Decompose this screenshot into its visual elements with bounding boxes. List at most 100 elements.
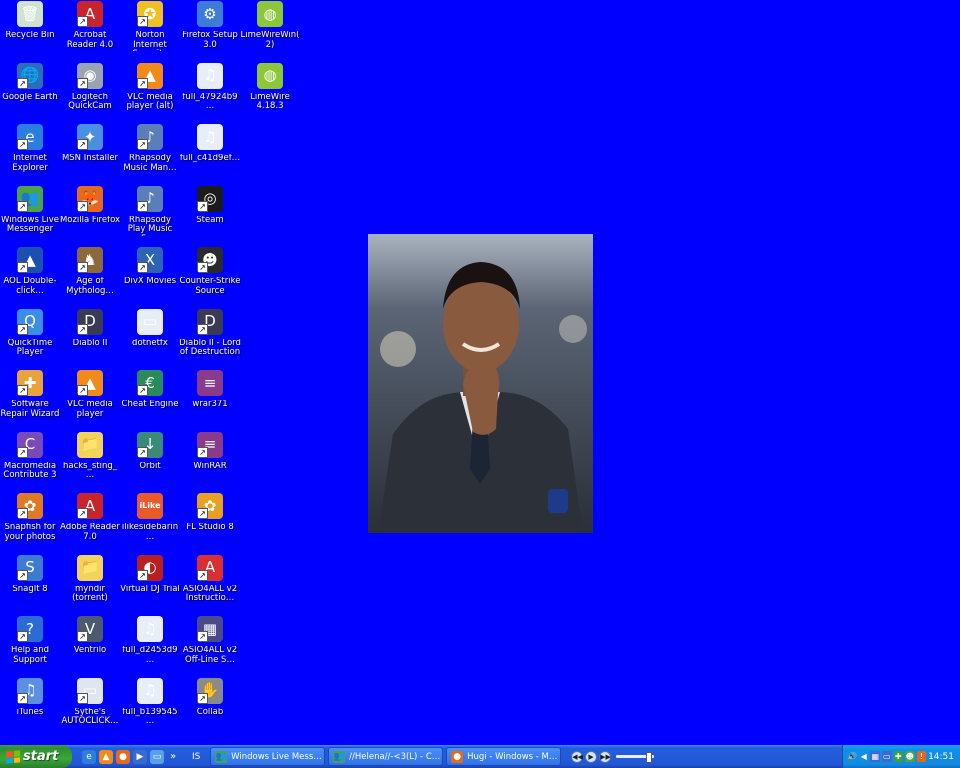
desktop-icon-aol[interactable]: ▲ AOL Double-click… [0,246,60,307]
snagit-icon: S [17,554,43,581]
desktop-icon-label: Cheat Engine [121,400,179,409]
desktop-icon-winrar[interactable]: ≡ WinRAR [180,431,240,492]
desktop-icon-acrobat-reader[interactable]: A Acrobat Reader 4.0 [60,0,120,61]
desktop-icon-rhapsody-play-music-free[interactable]: ♪ Rhapsody Play Music Free [120,185,180,246]
wrar371-icon: ≡ [197,370,223,396]
desktop-icon-msn-installer[interactable]: ✦ MSN Installer [60,123,120,184]
task-label: Windows Live Messen… [231,751,325,762]
desktop-icon-snapfish[interactable]: ✿ Snapfish for your photos [0,492,60,553]
ql-vlc-icon[interactable]: ▲ [99,749,113,764]
desktop-icon-snagit[interactable]: S SnagIt 8 [0,554,60,615]
ql-media-icon[interactable]: ▶ [133,749,147,764]
desktop-icon-dotnetfx[interactable]: ▭ dotnetfx [120,308,180,369]
counter-strike-source-icon: ☻ [197,247,223,273]
system-tray: 🔊 ◀ ▦ ▭ ✚ ☻! 14:51 [842,745,960,768]
quick-launch-more-button[interactable]: » [170,751,176,762]
desktop-icon-vlc-media-player[interactable]: ▲ VLC media player [60,369,120,430]
desktop-icon-vlc-media-player-alt[interactable]: ▲ VLC media player (alt) [120,62,180,123]
desktop-icon-limewire[interactable]: ◍ LimeWire 4.18.3 [240,62,300,123]
desktop-icon-norton-internet-security[interactable]: ✪ Norton Internet Security [120,0,180,61]
photo-image [368,234,593,533]
desktop-icon-myndir[interactable]: 📁 myndir (torrent) [60,554,120,615]
desktop-icon-limewirewin2[interactable]: ◍ LimeWireWin(2) [240,0,300,61]
desktop-icon-label: Sythe's AUTOCLICK… [61,707,119,726]
desktop-icon-wrar371[interactable]: ≡ wrar371 [180,369,240,430]
clock[interactable]: 14:51 [928,752,954,762]
desktop-icon-sythes-autoclick[interactable]: ▭ Sythe's AUTOCLICK… [60,677,120,738]
tray-security-icon[interactable]: ✚ [893,751,904,762]
desktop-icon-steam[interactable]: ◎ Steam [180,185,240,246]
desktop-icon-label: Google Earth [2,92,58,102]
desktop-icon-fl-studio[interactable]: ✿ FL Studio 8 [180,492,240,553]
desktop-icon-adobe-reader[interactable]: A Adobe Reader 7.0 [60,492,120,553]
desktop-icon-asio4all-offline[interactable]: ▦ ASIO4ALL v2 Off-Line S… [180,615,240,676]
media-next-button[interactable]: ▶▶ [599,750,612,763]
desktop-icon-mozilla-firefox[interactable]: 🦊 Mozilla Firefox [60,185,120,246]
desktop-photo [368,234,593,533]
desktop-icon-label: Steam [196,215,224,225]
asio4all-instructions-icon: A [197,554,223,581]
desktop-icon-google-earth[interactable]: 🌐 Google Earth [0,62,60,123]
desktop-icon-diablo-2[interactable]: D Diablo II [60,308,120,369]
task-firefox[interactable]: ● Hugi - Windows - Moz… [446,747,562,766]
desktop-icon-label: SnagIt 8 [12,584,48,594]
desktop-icon-label: DivX Movies [123,277,177,286]
start-button[interactable]: start [0,745,72,768]
desktop-icon-full-47924b9[interactable]: ♫ full_47924b9… [180,62,240,123]
tray-messenger-icon[interactable]: ☻ [905,751,915,762]
desktop-icon-logitech-quickcam[interactable]: ◉ Logitech QuickCam [60,62,120,123]
desktop-icon-cheat-engine[interactable]: € Cheat Engine [120,369,180,430]
desktop-icon-ventrilo[interactable]: V Ventrilo [60,615,120,676]
desktop-icon-windows-live-messenger[interactable]: 👥 Windows Live Messenger [0,185,60,246]
tray-back-icon[interactable]: ◀ [858,751,869,762]
desktop-icon-help-and-support[interactable]: ? Help and Support [0,615,60,676]
desktop-icon-internet-explorer[interactable]: e Internet Explorer [0,123,60,184]
desktop-icon-orbit[interactable]: ↓ Orbit [120,431,180,492]
desktop-icon-age-of-mythology[interactable]: ♞ Age of Mytholog… [60,246,120,307]
volume-slider[interactable] [616,752,655,763]
language-indicator[interactable]: IS [186,752,206,762]
task-helena[interactable]: 👥//Helena//-<3(L) - Co… [328,747,444,766]
task-messenger[interactable]: 👥 Windows Live Messen… [210,747,326,766]
asio4all-offline-icon: ▦ [197,616,223,642]
desktop-icon-label: LimeWire 4.18.3 [250,92,290,111]
ql-ie-icon[interactable]: e [82,749,96,764]
desktop-icon-software-repair-wizard[interactable]: ✚ Software Repair Wizard [0,369,60,430]
ql-firefox-icon[interactable]: ● [116,749,130,764]
desktop-icon-itunes[interactable]: ♫ iTunes [0,677,60,738]
tray-alert-icon[interactable]: ! [916,751,927,762]
quick-launch: e ▲ ● ▶ ▭ [82,745,164,768]
desktop: 🗑 Recycle Bin 🌐 Google Earth e Internet Explo… [0,0,960,745]
tray-speaker-icon[interactable]: 🔊 [847,751,857,762]
desktop-icon-virtual-dj-trial[interactable]: ◐ Virtual DJ Trial [120,554,180,615]
desktop-icon-firefox-setup[interactable]: ⚙ Firefox Setup 3.0 [180,0,240,61]
ql-desktop-icon[interactable]: ▭ [150,749,164,764]
desktop-icon-diablo-2-lod[interactable]: D Diablo II - Lord of Destruction [179,308,241,369]
desktop-icon-counter-strike-source[interactable]: ☻ Counter-Strike Source [180,246,240,307]
media-play-button[interactable]: ▶ [585,750,598,763]
desktop-icon-label: Diablo II - Lord of Destruction [179,338,241,357]
start-label: start [23,749,59,764]
limewirewin2-icon: ◍ [257,1,283,27]
myndir-icon: 📁 [77,554,103,581]
desktop-icon-collab[interactable]: ✋ Collab [180,677,240,738]
msn-installer-icon: ✦ [77,124,103,150]
desktop-icon-quicktime-player[interactable]: Q QuickTime Player [0,308,60,369]
desktop-icon-macromedia-contribute[interactable]: C Macromedia Contribute 3 [0,431,60,492]
desktop-icon-label: Recycle Bin [5,31,55,40]
desktop-icon-full-d2453d9[interactable]: ♫ full_d2453d9… [120,615,180,676]
desktop-icon-recycle-bin[interactable]: 🗑 Recycle Bin [0,0,60,61]
desktop-icon-label: myndir (torrent) [72,584,108,603]
desktop-icon-rhapsody-music-manager[interactable]: ♪ Rhapsody Music Man… [120,123,180,184]
tray-network-icon[interactable]: ▦ [870,751,880,762]
desktop-icon-asio4all-instructions[interactable]: A ASIO4ALL v2 Instructio… [180,554,240,615]
tray-monitor-icon[interactable]: ▭ [882,751,892,762]
media-previous-button[interactable]: ◀◀ [571,750,584,763]
desktop-icon-divx-movies[interactable]: X DivX Movies [120,246,180,307]
desktop-icon-hacks-sting[interactable]: 📁 hacks_sting_… [60,431,120,492]
desktop-icon-likesidebarin[interactable]: iLike ilikesidebarin… [120,492,180,553]
desktop-icon-full-b139545[interactable]: ♫ full_b139545… [120,677,180,738]
winrar-icon: ≡ [197,431,223,458]
collab-icon: ✋ [197,677,223,704]
desktop-icon-full-c41d9ef[interactable]: ♫ full_c41d9ef… [180,123,240,184]
